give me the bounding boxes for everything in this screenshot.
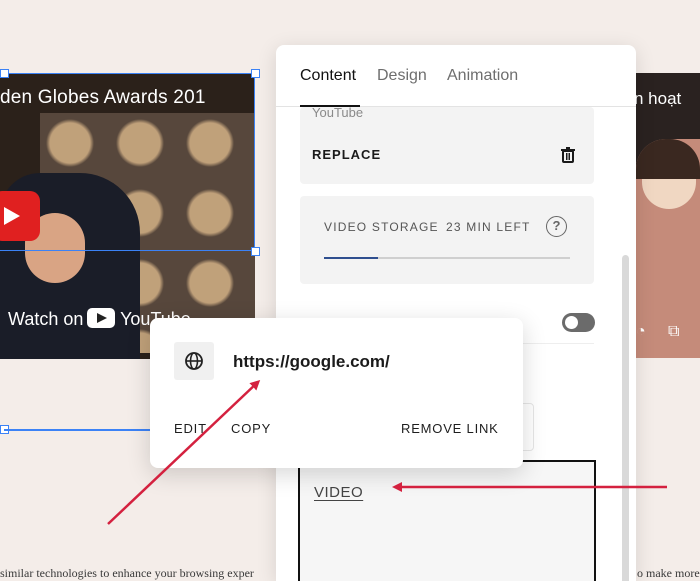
footer-text-left: similar technologies to enhance your bro… bbox=[0, 566, 254, 580]
video-storage-remaining: 23 MIN LEFT bbox=[446, 220, 531, 234]
watch-on-label: Watch on bbox=[8, 309, 84, 329]
replace-button[interactable]: REPLACE bbox=[312, 147, 381, 162]
selection-guide-line bbox=[4, 429, 154, 431]
video-source-label: YouTube bbox=[312, 105, 364, 120]
globe-icon bbox=[174, 342, 214, 380]
tab-design[interactable]: Design bbox=[377, 67, 427, 85]
video-source-card: YouTube REPLACE bbox=[300, 105, 594, 184]
panel-scrollbar[interactable] bbox=[622, 255, 629, 581]
help-icon[interactable]: ? bbox=[546, 216, 567, 237]
pip-icon[interactable]: ⧉ bbox=[668, 323, 679, 341]
right-video-title: n hoạt bbox=[634, 89, 682, 108]
left-video-title: den Globes Awards 201 bbox=[0, 87, 206, 108]
tab-content[interactable]: Content bbox=[300, 67, 356, 85]
toggle-knob bbox=[565, 316, 578, 329]
right-video-embed[interactable]: n hoạt ◔ ⧉ bbox=[634, 73, 700, 358]
footer-text-right: o make more bbox=[637, 566, 700, 580]
link-popover: https://google.com/ EDIT COPY REMOVE LIN… bbox=[150, 318, 523, 468]
speed-icon[interactable]: ◔ bbox=[636, 323, 646, 341]
resize-handle-top-right[interactable] bbox=[251, 69, 260, 78]
video-storage-label: VIDEO STORAGE bbox=[324, 220, 439, 234]
video-storage-card: VIDEO STORAGE 23 MIN LEFT ? bbox=[300, 196, 594, 284]
link-url[interactable]: https://google.com/ bbox=[233, 352, 390, 372]
play-icon[interactable] bbox=[0, 191, 40, 241]
video-link-text[interactable]: VIDEO bbox=[314, 484, 363, 501]
tab-animation[interactable]: Animation bbox=[447, 67, 518, 85]
panel-tabs: Content Design Animation bbox=[276, 45, 636, 107]
storage-progress-fill bbox=[324, 257, 379, 259]
text-block-preview[interactable]: VIDEO bbox=[298, 460, 596, 581]
setting-toggle[interactable] bbox=[562, 313, 595, 332]
left-video-embed[interactable]: den Globes Awards 201 Watch on YouTube bbox=[0, 73, 255, 359]
trash-icon[interactable] bbox=[558, 145, 578, 165]
youtube-logo-icon bbox=[87, 308, 116, 328]
resize-handle-right[interactable] bbox=[251, 247, 260, 256]
remove-link-button[interactable]: REMOVE LINK bbox=[401, 421, 499, 436]
block-settings-panel: Content Design Animation YouTube REPLACE… bbox=[276, 45, 636, 581]
edit-link-button[interactable]: EDIT bbox=[174, 421, 207, 436]
storage-progress-track bbox=[324, 257, 570, 259]
copy-link-button[interactable]: COPY bbox=[231, 421, 271, 436]
resize-handle-top-left[interactable] bbox=[0, 69, 9, 78]
